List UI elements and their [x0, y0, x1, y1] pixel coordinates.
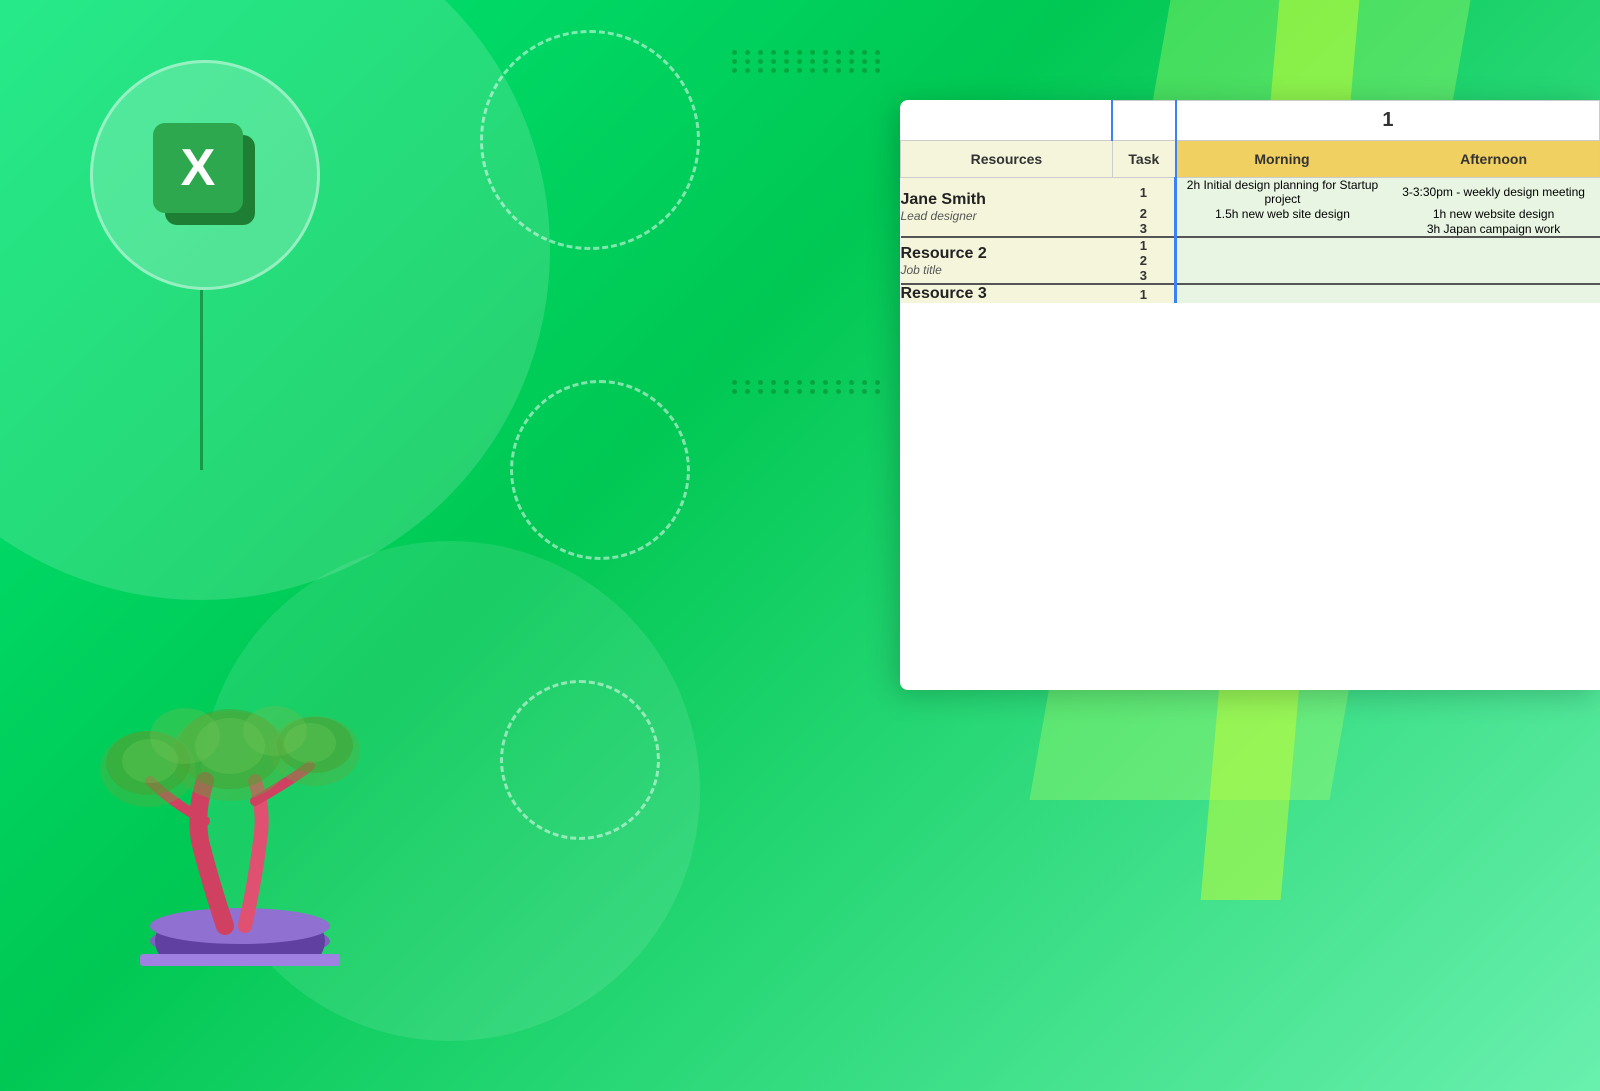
dot-pattern-top — [732, 50, 880, 77]
dashed-circle-3 — [500, 680, 660, 840]
morning-cell — [1176, 237, 1388, 253]
excel-x-letter: X — [181, 138, 216, 198]
task-number-cell: 2 — [1112, 253, 1176, 268]
afternoon-cell — [1388, 253, 1600, 268]
excel-icon-front: X — [153, 123, 243, 213]
day-header-row: 1 — [901, 101, 1600, 141]
morning-cell — [1176, 221, 1388, 237]
dashed-circle-2 — [510, 380, 690, 560]
task-number-cell: 1 — [1112, 284, 1176, 303]
resource-name: Resource 2 — [901, 245, 1113, 263]
header-empty-resources — [901, 101, 1113, 141]
col-header-resources: Resources — [901, 141, 1113, 178]
col-header-task: Task — [1112, 141, 1176, 178]
task-number-cell: 3 — [1112, 221, 1176, 237]
task-number-cell: 3 — [1112, 268, 1176, 284]
dashed-circle-1 — [480, 30, 700, 250]
afternoon-cell: 3h Japan campaign work — [1388, 221, 1600, 237]
resource-name: Resource 3 — [901, 285, 1113, 303]
morning-cell: 1.5h new web site design — [1176, 206, 1388, 221]
resource-cell: Jane SmithLead designer — [901, 178, 1113, 238]
col-header-afternoon: Afternoon — [1388, 141, 1600, 178]
afternoon-cell: 1h new website design — [1388, 206, 1600, 221]
task-number-cell: 2 — [1112, 206, 1176, 221]
excel-icon-circle: X — [90, 60, 320, 290]
connector-line — [200, 290, 203, 470]
day-number-header: 1 — [1176, 101, 1600, 141]
spreadsheet-panel: 1 Resources Task Morning Afternoon Jane … — [900, 100, 1600, 690]
table-row: Resource 2Job title1 — [901, 237, 1600, 253]
resource-cell: Resource 3 — [901, 284, 1113, 303]
resource-title: Job title — [901, 263, 1113, 277]
resource-cell: Resource 2Job title — [901, 237, 1113, 284]
afternoon-cell — [1388, 237, 1600, 253]
task-number-cell: 1 — [1112, 178, 1176, 207]
afternoon-cell — [1388, 268, 1600, 284]
afternoon-cell: 3-3:30pm - weekly design meeting — [1388, 178, 1600, 207]
resource-title: Lead designer — [901, 209, 1113, 223]
col-header-morning: Morning — [1176, 141, 1388, 178]
excel-icon: X — [145, 115, 265, 235]
dot-pattern-mid — [732, 380, 880, 398]
resource-name: Jane Smith — [901, 191, 1113, 209]
bonsai-illustration — [80, 571, 400, 991]
table-row: Jane SmithLead designer12h Initial desig… — [901, 178, 1600, 207]
spreadsheet-table: 1 Resources Task Morning Afternoon Jane … — [900, 100, 1600, 303]
task-number-cell: 1 — [1112, 237, 1176, 253]
column-header-row: Resources Task Morning Afternoon — [901, 141, 1600, 178]
afternoon-cell — [1388, 284, 1600, 303]
morning-cell — [1176, 268, 1388, 284]
table-row: Resource 31 — [901, 284, 1600, 303]
morning-cell: 2h Initial design planning for Startup p… — [1176, 178, 1388, 207]
morning-cell — [1176, 284, 1388, 303]
header-empty-task — [1112, 101, 1176, 141]
morning-cell — [1176, 253, 1388, 268]
